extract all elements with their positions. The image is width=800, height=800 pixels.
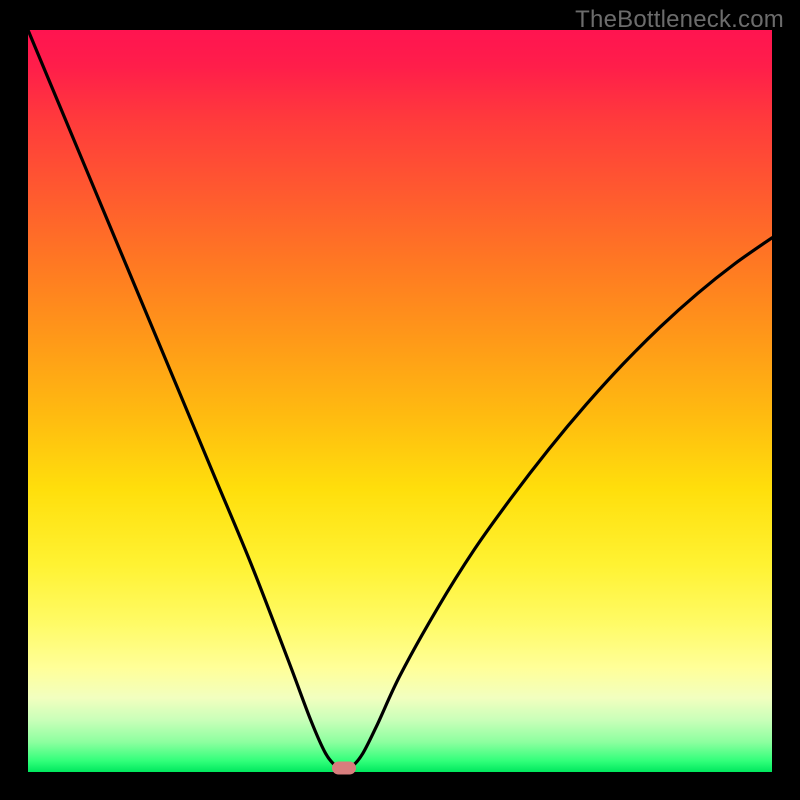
bottleneck-curve [28, 30, 772, 768]
watermark-text: TheBottleneck.com [575, 6, 784, 34]
minimum-marker [332, 762, 356, 775]
plot-area [28, 30, 772, 772]
curve-svg [28, 30, 772, 772]
